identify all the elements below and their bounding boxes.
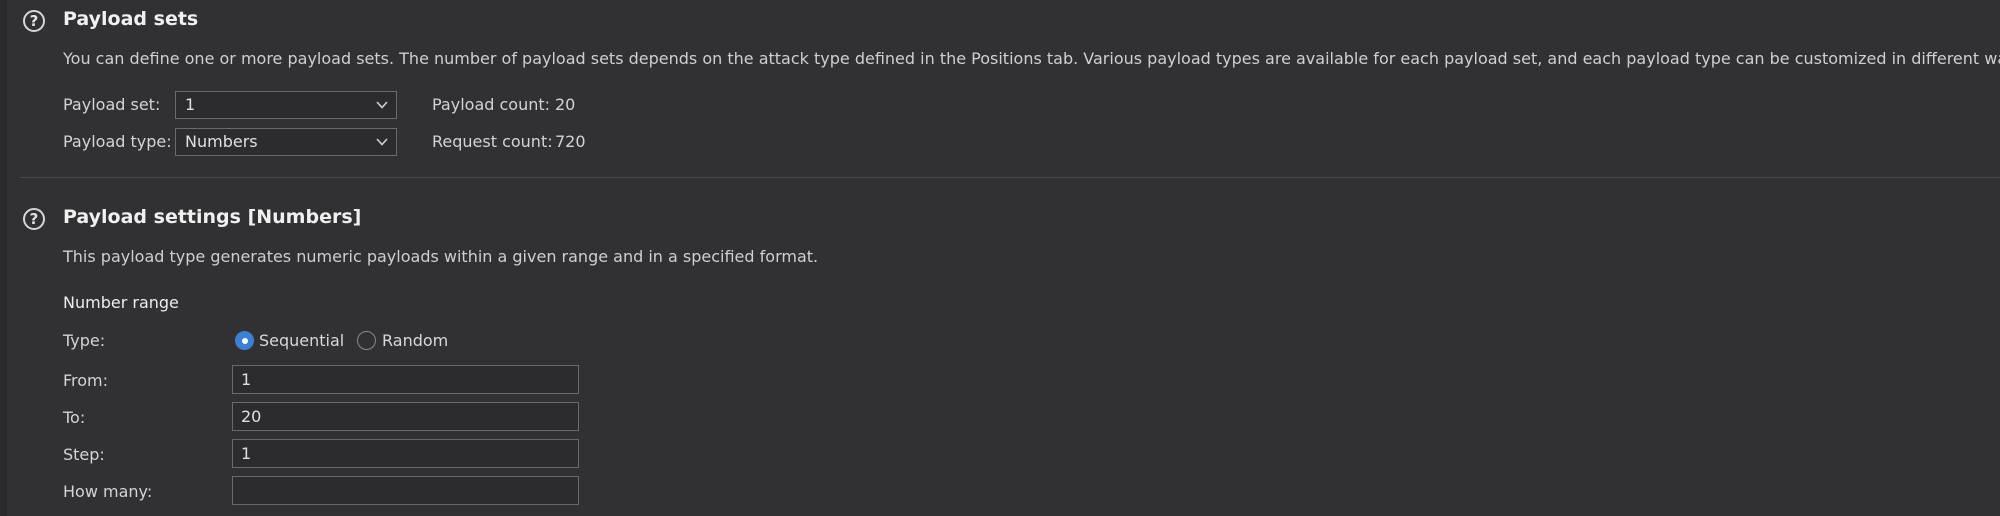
payload-type-label: Payload type: [63,132,172,151]
request-count-value: 720 [555,132,586,151]
payload-settings-description: This payload type generates numeric payl… [63,247,819,266]
how-many-label: How many: [63,482,153,501]
help-circle-icon[interactable]: ? [23,208,45,230]
from-label: From: [63,371,109,390]
payload-count-value: 20 [555,95,576,114]
payload-set-value: 1 [185,95,196,114]
payload-set-label: Payload set: [63,95,161,114]
radio-random-label[interactable]: Random [382,331,448,350]
payload-count-label: Payload count: [432,95,551,114]
chevron-down-icon [376,138,388,146]
section-divider [20,177,2000,178]
how-many-input[interactable] [232,476,579,505]
payload-sets-description: You can define one or more payload sets.… [63,49,2000,68]
radio-sequential[interactable] [235,331,254,350]
payload-type-select[interactable]: Numbers [175,128,397,156]
type-label: Type: [63,331,106,350]
chevron-down-icon [376,101,388,109]
step-label: Step: [63,445,105,464]
panel-left-border [0,0,7,516]
radio-sequential-label[interactable]: Sequential [259,331,344,350]
to-input[interactable]: 20 [232,402,579,431]
payload-set-select[interactable]: 1 [175,91,397,119]
from-input[interactable]: 1 [232,365,579,394]
to-label: To: [63,408,86,427]
number-range-heading: Number range [63,293,179,312]
payload-settings-title: Payload settings [Numbers] [63,206,362,228]
radio-random[interactable] [357,331,376,350]
help-circle-icon[interactable]: ? [23,10,45,32]
payload-sets-title: Payload sets [63,8,199,30]
step-input[interactable]: 1 [232,439,579,468]
request-count-label: Request count: [432,132,553,151]
payload-type-value: Numbers [185,132,258,151]
